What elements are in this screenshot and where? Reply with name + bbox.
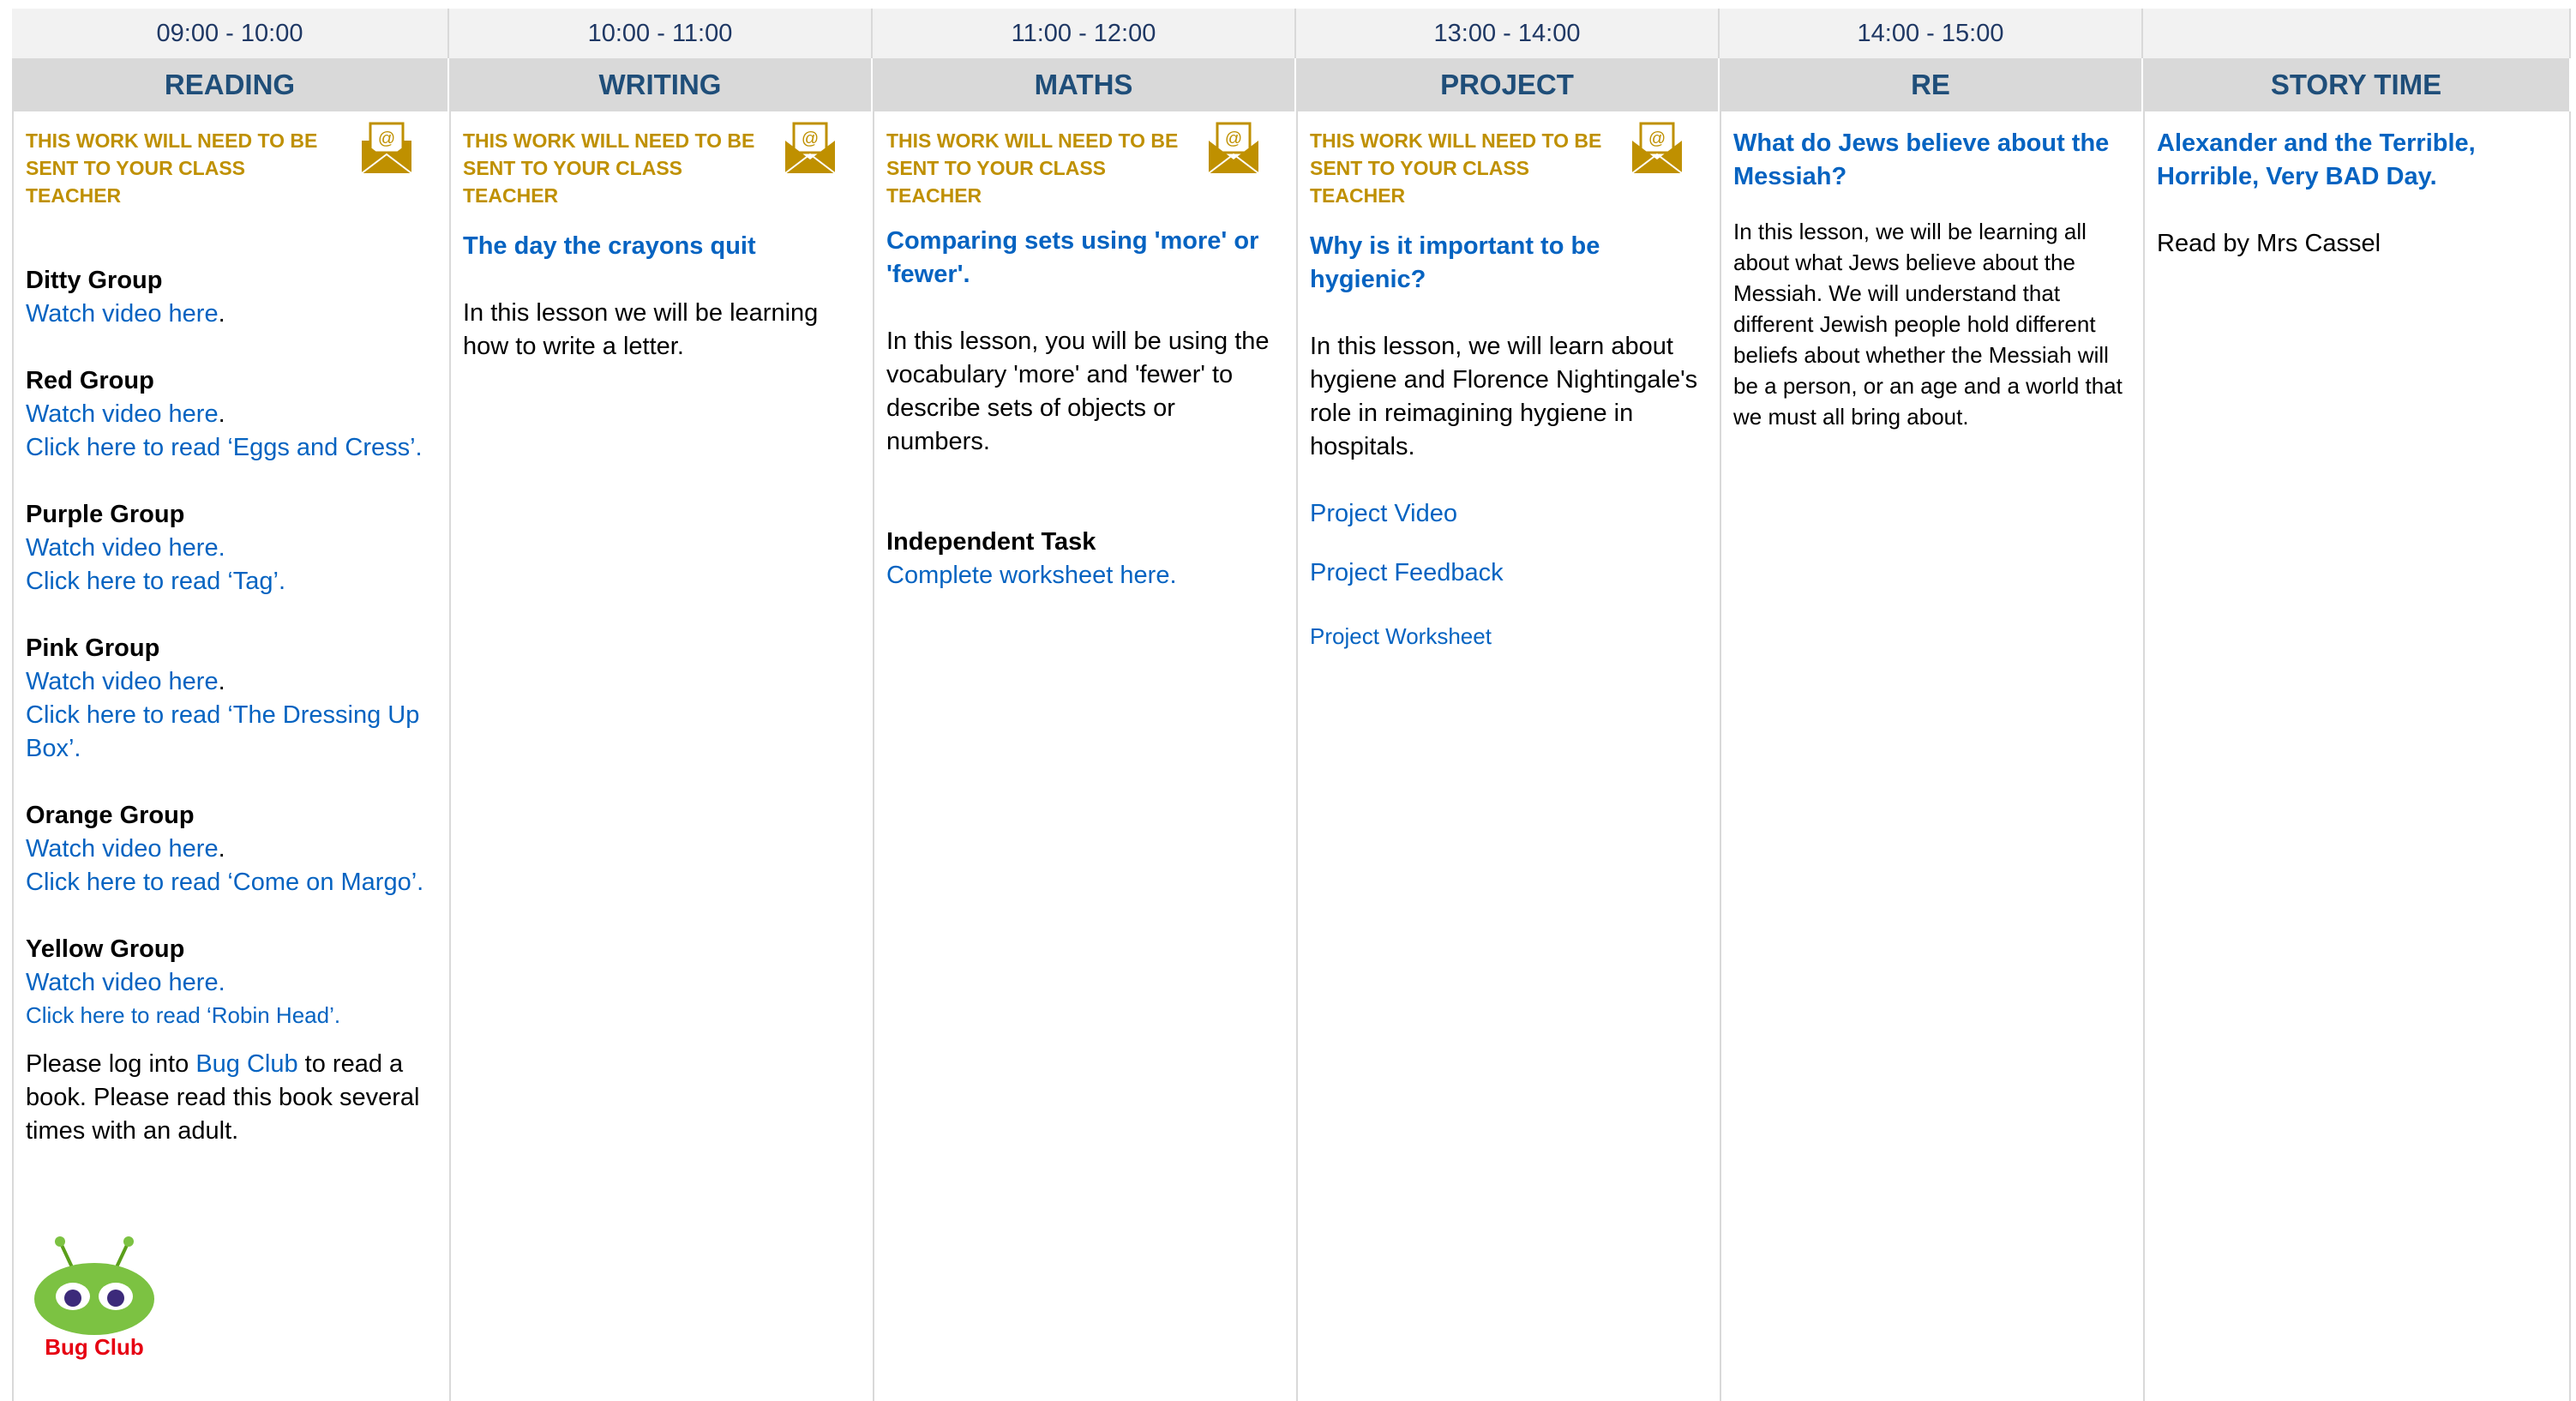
watch-video-link[interactable]: Watch video here. (26, 534, 225, 562)
time-slot-reading: 09:00 - 10:00 (12, 9, 449, 58)
subject-story-time: STORY TIME (2143, 58, 2571, 111)
watch-video-link[interactable]: Watch video here. (26, 969, 225, 996)
story-reader: Read by Mrs Cassel (2157, 230, 2381, 257)
email-icon: @ (1208, 122, 1259, 174)
writing-cell: THIS WORK WILL NEED TO BE SENT TO YOUR C… (449, 111, 873, 1401)
subject-project: PROJECT (1296, 58, 1720, 111)
time-slot-re: 14:00 - 15:00 (1720, 9, 2143, 58)
group-name: Purple Group (26, 501, 185, 528)
read-book-link[interactable]: Click here to read ‘Robin Head’. (26, 1000, 437, 1031)
independent-task-label: Independent Task (886, 528, 1096, 556)
bug-club-logo-text: Bug Club (45, 1334, 144, 1360)
punct: . (218, 300, 225, 328)
time-slot-story (2143, 9, 2571, 58)
read-book-link[interactable]: Click here to read ‘Eggs and Cress’. (26, 431, 437, 465)
send-to-teacher-notice: THIS WORK WILL NEED TO BE SENT TO YOUR C… (463, 129, 755, 207)
svg-text:@: @ (378, 129, 395, 148)
send-to-teacher-notice: THIS WORK WILL NEED TO BE SENT TO YOUR C… (1310, 129, 1602, 207)
lesson-title: The day the crayons quit (463, 232, 756, 260)
read-book-link[interactable]: Click here to read ‘Come on Margo’. (26, 866, 437, 899)
lesson-description: In this lesson, you will be using the vo… (886, 328, 1270, 455)
lesson-description: In this lesson we will be learning how t… (463, 299, 819, 360)
punct: . (218, 400, 225, 428)
time-slot-writing: 10:00 - 11:00 (449, 9, 873, 58)
punct: . (218, 835, 225, 863)
timetable: 09:00 - 10:00 10:00 - 11:00 11:00 - 12:0… (12, 9, 2571, 1401)
time-slot-project: 13:00 - 14:00 (1296, 9, 1720, 58)
subject-maths: MATHS (873, 58, 1296, 111)
lesson-description: In this lesson, we will be learning all … (1733, 219, 2123, 430)
group-name: Ditty Group (26, 267, 163, 294)
story-title: Alexander and the Terrible, Horrible, Ve… (2157, 129, 2476, 190)
punct: . (218, 668, 225, 695)
watch-video-link[interactable]: Watch video here (26, 668, 219, 695)
project-cell: THIS WORK WILL NEED TO BE SENT TO YOUR C… (1296, 111, 1720, 1401)
project-video-link[interactable]: Project Video (1310, 497, 1708, 531)
send-to-teacher-notice: THIS WORK WILL NEED TO BE SENT TO YOUR C… (26, 129, 318, 207)
bug-club-link[interactable]: Bug Club (195, 1050, 297, 1078)
read-book-link[interactable]: Click here to read ‘The Dressing Up Box’… (26, 699, 437, 766)
project-feedback-link[interactable]: Project Feedback (1310, 556, 1708, 590)
subject-reading: READING (12, 58, 449, 111)
watch-video-link[interactable]: Watch video here (26, 835, 219, 863)
svg-text:@: @ (1648, 129, 1666, 148)
watch-video-link[interactable]: Watch video here (26, 400, 219, 428)
lesson-title: Why is it important to be hygienic? (1310, 232, 1600, 293)
re-cell: What do Jews believe about the Messiah? … (1720, 111, 2143, 1401)
maths-cell: THIS WORK WILL NEED TO BE SENT TO YOUR C… (873, 111, 1296, 1401)
email-icon: @ (361, 122, 412, 174)
send-to-teacher-notice: THIS WORK WILL NEED TO BE SENT TO YOUR C… (886, 129, 1179, 207)
email-icon: @ (784, 122, 836, 174)
project-worksheet-link[interactable]: Project Worksheet (1310, 621, 1708, 652)
lesson-description: In this lesson, we will learn about hygi… (1310, 333, 1698, 460)
group-name: Yellow Group (26, 935, 185, 963)
svg-text:@: @ (802, 129, 819, 148)
svg-text:@: @ (1225, 129, 1242, 148)
bug-club-logo: Bug Club (34, 1236, 154, 1360)
story-time-cell: Alexander and the Terrible, Horrible, Ve… (2143, 111, 2571, 1401)
lesson-title: What do Jews believe about the Messiah? (1733, 129, 2110, 190)
group-name: Orange Group (26, 802, 195, 829)
time-slot-maths: 11:00 - 12:00 (873, 9, 1296, 58)
read-book-link[interactable]: Click here to read ‘Tag’. (26, 565, 437, 598)
worksheet-link[interactable]: Complete worksheet here. (886, 559, 1284, 592)
bug-club-instruction: Please log into Bug Club to read a book.… (26, 1050, 420, 1145)
group-name: Pink Group (26, 634, 160, 662)
subject-re: RE (1720, 58, 2143, 111)
lesson-title: Comparing sets using 'more' or 'fewer'. (886, 227, 1259, 288)
reading-cell: THIS WORK WILL NEED TO BE SENT TO YOUR C… (12, 111, 449, 1401)
email-icon: @ (1631, 122, 1683, 174)
subject-writing: WRITING (449, 58, 873, 111)
watch-video-link[interactable]: Watch video here (26, 300, 219, 328)
group-name: Red Group (26, 367, 154, 394)
